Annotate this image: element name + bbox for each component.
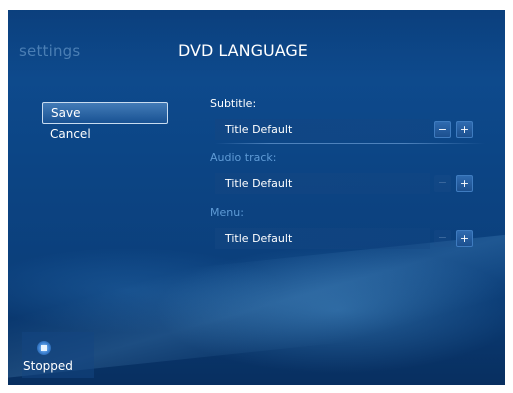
audio-track-label: Audio track: [210, 151, 277, 164]
subtitle-value-text: Title Default [225, 123, 293, 136]
audio-track-increment-button[interactable]: + [456, 175, 473, 192]
audio-track-value-text: Title Default [225, 177, 293, 190]
media-center-window: settings DVD LANGUAGE Save Cancel Subtit… [8, 10, 505, 385]
subtitle-decrement-button[interactable]: − [434, 121, 451, 138]
menu-language-label: Menu: [210, 206, 244, 219]
audio-track-value[interactable]: Title Default [215, 173, 430, 194]
menu-language-increment-button[interactable]: + [456, 230, 473, 247]
playback-status-text: Stopped [23, 359, 73, 373]
subtitle-value[interactable]: Title Default [215, 119, 430, 140]
save-button[interactable]: Save [42, 102, 168, 124]
menu-language-decrement-button[interactable]: − [434, 230, 451, 247]
page-title: DVD LANGUAGE [178, 41, 308, 60]
audio-track-decrement-button[interactable]: − [434, 175, 451, 192]
divider [215, 143, 485, 144]
stop-icon [37, 341, 51, 355]
menu-language-value-text: Title Default [225, 232, 293, 245]
subtitle-increment-button[interactable]: + [456, 121, 473, 138]
menu-language-value[interactable]: Title Default [215, 228, 430, 249]
subtitle-label: Subtitle: [210, 97, 257, 110]
cancel-button[interactable]: Cancel [42, 124, 168, 146]
section-label: settings [19, 42, 81, 60]
